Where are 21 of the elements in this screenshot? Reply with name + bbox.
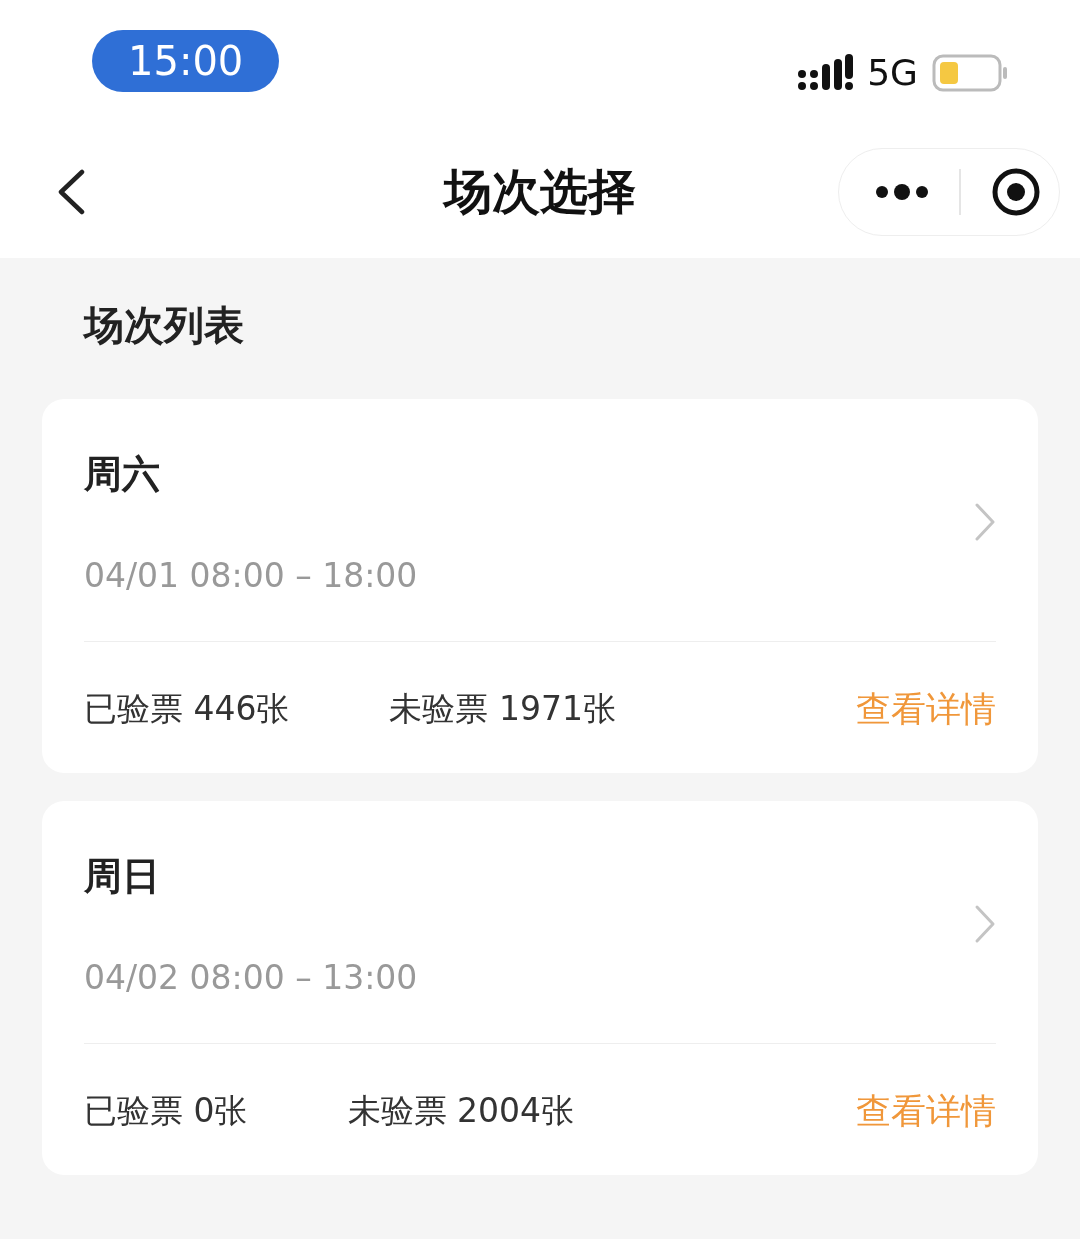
session-card[interactable]: 周日 04/02 08:00 – 13:00 已验票 0张 未验票 2004张 查看详情 bbox=[42, 801, 1038, 1175]
session-day: 周日 bbox=[84, 851, 418, 902]
back-icon[interactable] bbox=[56, 168, 86, 215]
checked-count: 已验票 446张 bbox=[84, 688, 290, 730]
status-time: 15:00 bbox=[92, 29, 280, 92]
checked-count: 已验票 0张 bbox=[84, 1090, 248, 1132]
more-icon[interactable] bbox=[875, 183, 929, 200]
signal-icon bbox=[797, 53, 854, 92]
unchecked-count: 未验票 2004张 bbox=[347, 1090, 574, 1132]
battery-icon bbox=[932, 53, 1008, 92]
chevron-icon bbox=[974, 904, 996, 944]
session-day: 周六 bbox=[84, 449, 418, 500]
section-title: 场次列表 bbox=[82, 301, 245, 350]
session-time: 04/02 08:00 – 13:00 bbox=[84, 958, 418, 997]
network-label: 5G bbox=[867, 52, 918, 93]
chevron-icon bbox=[974, 502, 996, 542]
session-card[interactable]: 周六 04/01 08:00 – 18:00 已验票 446张 未验票 1971张 查看详情 bbox=[42, 399, 1038, 773]
session-time: 04/01 08:00 – 18:00 bbox=[84, 556, 418, 595]
close-target-icon[interactable] bbox=[991, 166, 1041, 217]
page-title: 场次选择 bbox=[444, 161, 636, 221]
unchecked-count: 未验票 1971张 bbox=[389, 688, 616, 730]
